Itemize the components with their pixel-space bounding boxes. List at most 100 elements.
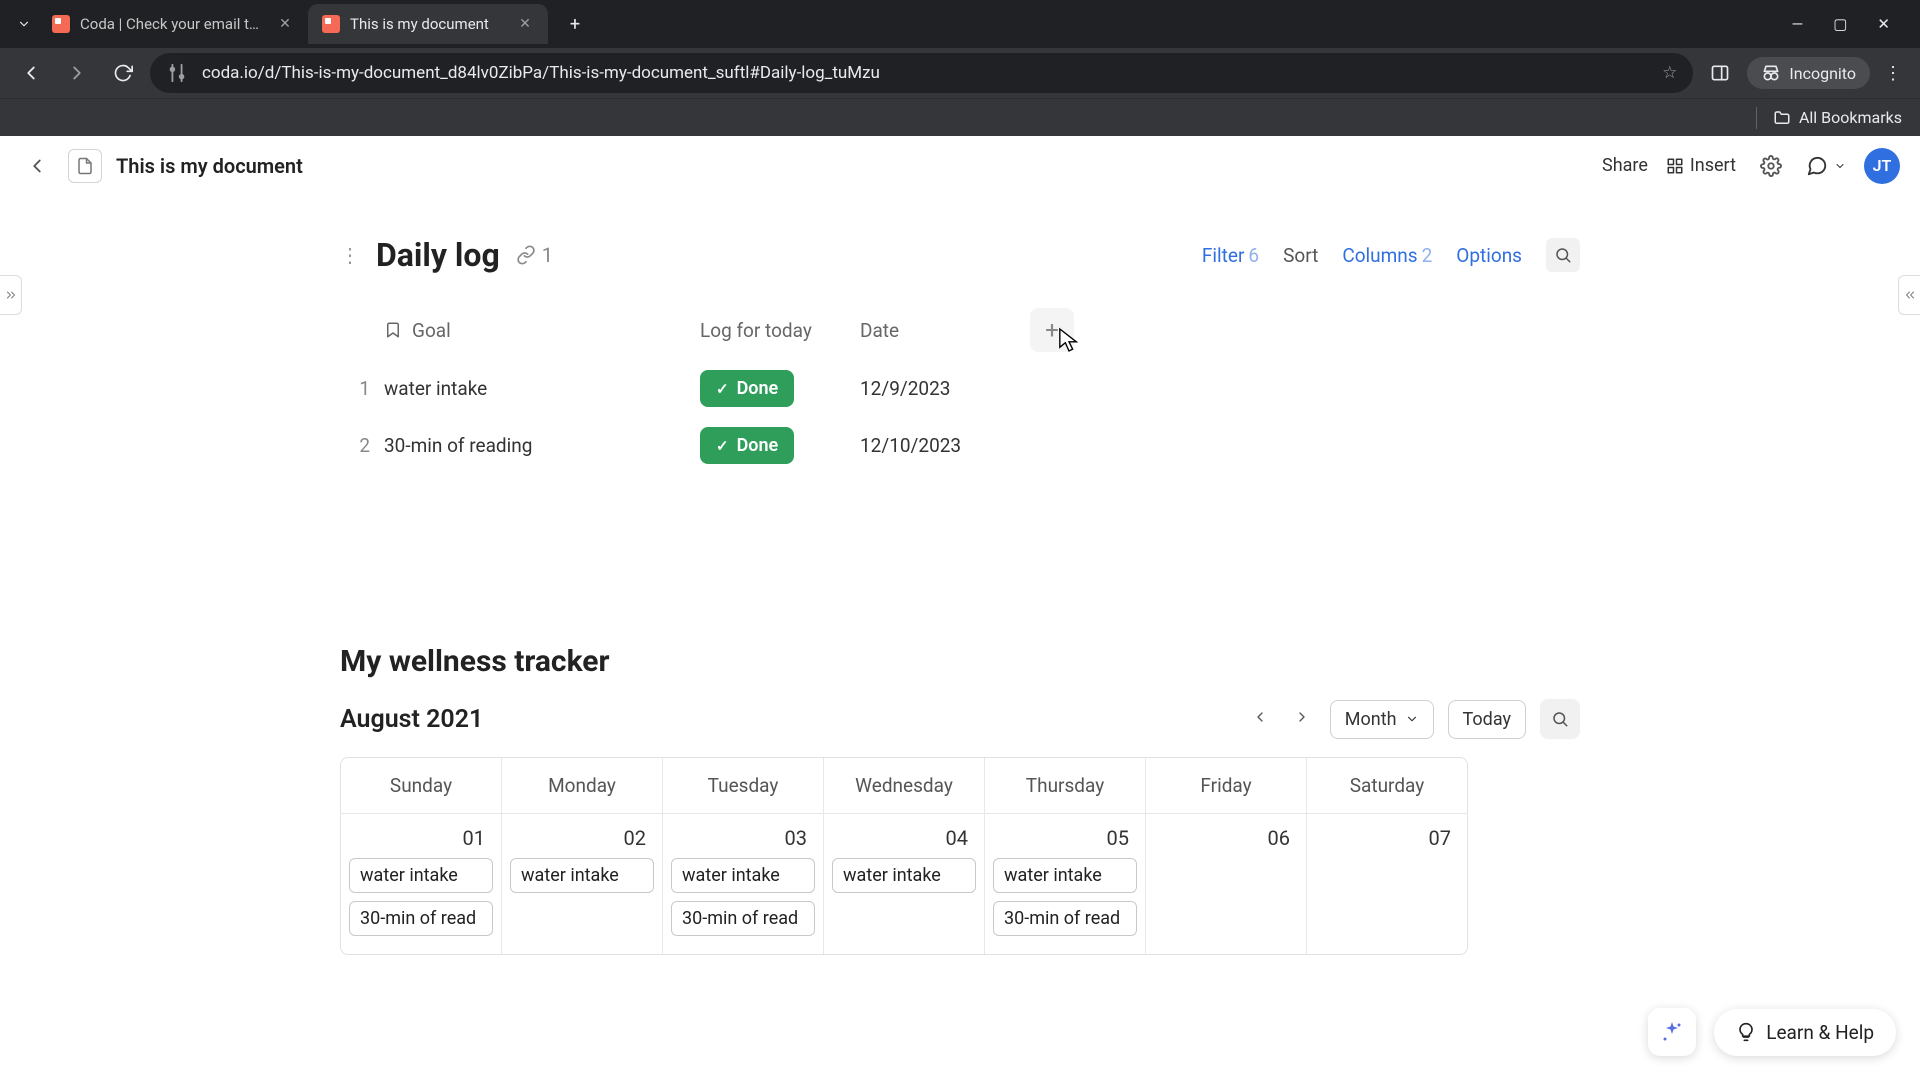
- calendar-month-label: August 2021: [340, 705, 483, 734]
- calendar-next-button[interactable]: [1288, 705, 1316, 733]
- reload-button[interactable]: [104, 54, 142, 92]
- document-title[interactable]: This is my document: [116, 154, 303, 178]
- day-number: 04: [832, 824, 976, 858]
- link-badge[interactable]: 1: [516, 243, 553, 267]
- settings-button[interactable]: [1754, 149, 1788, 183]
- view-select[interactable]: Month: [1330, 700, 1434, 739]
- col-log[interactable]: Log for today: [700, 319, 860, 342]
- calendar-day[interactable]: 05water intake 30-min of read: [985, 813, 1146, 954]
- bookmark-icon: [384, 321, 402, 339]
- calendar-day[interactable]: 06: [1146, 813, 1307, 954]
- minimize-icon[interactable]: —: [1792, 15, 1804, 33]
- chevron-down-icon: [1834, 160, 1846, 172]
- search-icon: [1551, 710, 1569, 728]
- row-number: 1: [340, 377, 384, 400]
- document-icon[interactable]: [68, 149, 102, 183]
- weekday-header: Friday: [1146, 758, 1307, 813]
- table-search-button[interactable]: [1546, 238, 1580, 272]
- table-title[interactable]: Daily log: [376, 236, 500, 274]
- back-button[interactable]: [12, 54, 50, 92]
- side-panel-icon[interactable]: [1701, 54, 1739, 92]
- calendar-event[interactable]: water intake: [993, 858, 1137, 893]
- new-tab-button[interactable]: +: [558, 7, 592, 41]
- doc-back-button[interactable]: [20, 149, 54, 183]
- done-button[interactable]: ✓Done: [700, 427, 794, 464]
- calendar-search-button[interactable]: [1540, 699, 1580, 739]
- insert-button[interactable]: Insert: [1666, 155, 1736, 176]
- calendar-event[interactable]: 30-min of read: [349, 901, 493, 936]
- window-close-icon[interactable]: ✕: [1877, 15, 1890, 33]
- lightbulb-icon: [1736, 1022, 1756, 1042]
- weekday-header: Saturday: [1307, 758, 1467, 813]
- day-number: 06: [1154, 824, 1298, 858]
- mouse-cursor-icon: [1058, 326, 1080, 354]
- calendar-title[interactable]: My wellness tracker: [340, 644, 1580, 679]
- col-goal[interactable]: Goal: [412, 319, 451, 342]
- folder-icon: [1773, 109, 1791, 127]
- maximize-icon[interactable]: ▢: [1833, 15, 1847, 33]
- grid-icon: [1666, 157, 1684, 175]
- cell-goal[interactable]: 30-min of reading: [384, 434, 700, 457]
- all-bookmarks-button[interactable]: All Bookmarks: [1773, 108, 1902, 127]
- table-row[interactable]: 2 30-min of reading ✓Done 12/10/2023: [340, 417, 1580, 474]
- forward-button[interactable]: [58, 54, 96, 92]
- filter-button[interactable]: Filter6: [1202, 244, 1259, 267]
- ai-assistant-button[interactable]: [1648, 1008, 1696, 1056]
- calendar-prev-button[interactable]: [1246, 705, 1274, 733]
- weekday-header: Tuesday: [663, 758, 824, 813]
- bookmarks-label: All Bookmarks: [1799, 108, 1902, 127]
- bookmark-star-icon[interactable]: ☆: [1662, 63, 1677, 83]
- weekday-header: Sunday: [341, 758, 502, 813]
- tab-title: This is my document: [350, 15, 506, 33]
- browser-tab[interactable]: Coda | Check your email to fin ✕: [38, 4, 308, 44]
- calendar-day[interactable]: 07: [1307, 813, 1467, 954]
- col-date[interactable]: Date: [860, 319, 1030, 342]
- calendar-day[interactable]: 03water intake30-min of read: [663, 813, 824, 954]
- weekday-header: Thursday: [985, 758, 1146, 813]
- add-column-button[interactable]: +: [1030, 308, 1074, 352]
- share-button[interactable]: Share: [1602, 155, 1648, 176]
- cell-goal[interactable]: water intake: [384, 377, 700, 400]
- calendar-day[interactable]: 02water intake: [502, 813, 663, 954]
- browser-tab-active[interactable]: This is my document ✕: [308, 4, 548, 44]
- coda-favicon: [322, 15, 340, 33]
- comments-button[interactable]: [1806, 155, 1846, 177]
- calendar-event[interactable]: water intake: [349, 858, 493, 893]
- close-icon[interactable]: ✕: [276, 16, 294, 32]
- calendar-event[interactable]: water intake: [510, 858, 654, 893]
- calendar-event[interactable]: 30-min of read: [671, 901, 815, 936]
- today-button[interactable]: Today: [1448, 700, 1526, 739]
- cell-date[interactable]: 12/10/2023: [860, 434, 1030, 457]
- day-number: 05: [993, 824, 1137, 858]
- address-bar[interactable]: coda.io/d/This-is-my-document_d84lv0ZibP…: [150, 53, 1693, 93]
- day-number: 07: [1315, 824, 1459, 858]
- calendar-grid: SundayMondayTuesdayWednesdayThursdayFrid…: [340, 757, 1468, 955]
- learn-help-button[interactable]: Learn & Help: [1714, 1009, 1896, 1056]
- check-icon: ✓: [716, 380, 729, 398]
- table-header-row: Goal Log for today Date +: [340, 300, 1580, 360]
- day-number: 01: [349, 824, 493, 858]
- close-icon[interactable]: ✕: [516, 16, 534, 32]
- avatar[interactable]: JT: [1864, 148, 1900, 184]
- weekday-header: Monday: [502, 758, 663, 813]
- calendar-event[interactable]: water intake: [671, 858, 815, 893]
- table-row[interactable]: 1 water intake ✓Done 12/9/2023: [340, 360, 1580, 417]
- incognito-badge[interactable]: Incognito: [1747, 57, 1870, 89]
- calendar-event[interactable]: water intake: [832, 858, 976, 893]
- sparkle-icon: [1660, 1020, 1684, 1044]
- incognito-icon: [1761, 63, 1781, 83]
- sort-button[interactable]: Sort: [1283, 244, 1318, 267]
- options-button[interactable]: Options: [1456, 244, 1522, 267]
- done-button[interactable]: ✓Done: [700, 370, 794, 407]
- cell-date[interactable]: 12/9/2023: [860, 377, 1030, 400]
- block-drag-handle[interactable]: ⋮: [340, 243, 360, 267]
- tab-list-dropdown[interactable]: [10, 10, 38, 38]
- day-number: 02: [510, 824, 654, 858]
- site-settings-icon[interactable]: [166, 62, 188, 84]
- browser-menu-icon[interactable]: ⋮: [1878, 63, 1908, 84]
- calendar-event[interactable]: 30-min of read: [993, 901, 1137, 936]
- calendar-day[interactable]: 01water intake 30-min of read: [341, 813, 502, 954]
- calendar-day[interactable]: 04water intake: [824, 813, 985, 954]
- coda-favicon: [52, 15, 70, 33]
- columns-button[interactable]: Columns2: [1342, 244, 1432, 267]
